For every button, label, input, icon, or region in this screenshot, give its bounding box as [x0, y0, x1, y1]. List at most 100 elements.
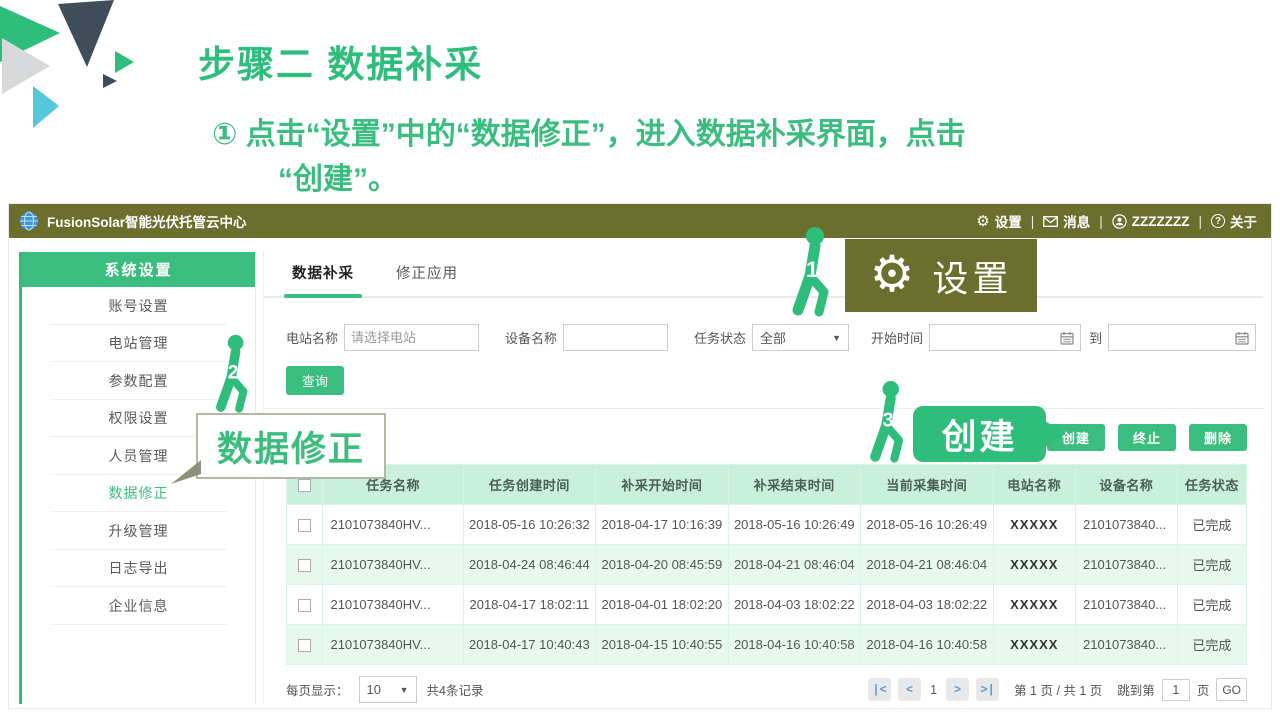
tab-data-recollection[interactable]: 数据补采	[292, 262, 354, 296]
delete-button[interactable]: 删除	[1189, 424, 1247, 451]
sidebar-item-log-export[interactable]: 日志导出	[22, 550, 255, 588]
walking-person-2-icon: 2	[212, 334, 254, 414]
cell-task-name: 2101073840HV...	[323, 585, 463, 625]
page-info: 第 1 页 / 共 1 页	[1014, 680, 1102, 699]
slide: 步骤二 数据补采 ① 点击“设置”中的“数据修正”，进入数据补采界面，点击 “创…	[0, 0, 1280, 720]
device-name-label: 设备名称	[505, 328, 557, 347]
cell-created-time: 2018-04-24 08:46:44	[463, 545, 595, 585]
filter-bar: 电站名称 设备名称 任务状态 全部 ▼ 开始时间	[286, 324, 1263, 351]
first-page-button[interactable]: |<	[868, 678, 891, 701]
cell-current-collect: 2018-04-21 08:46:04	[861, 545, 993, 585]
table-row: 2101073840HV... 2018-04-24 08:46:44 2018…	[287, 545, 1247, 585]
fusionsolar-logo-icon	[19, 211, 39, 231]
query-button[interactable]: 查询	[286, 366, 344, 395]
menu-separator: |	[1031, 214, 1035, 229]
menu-item-about[interactable]: ? 关于	[1211, 211, 1257, 231]
row-checkbox[interactable]	[298, 599, 311, 612]
cell-created-time: 2018-05-16 10:26:32	[463, 505, 595, 545]
device-name-input[interactable]	[563, 324, 668, 351]
cell-device-name: 2101073840...	[1076, 505, 1178, 545]
table-header-row: 任务名称 任务创建时间 补采开始时间 补采结束时间 当前采集时间 电站名称 设备…	[287, 465, 1247, 505]
col-current-collect: 当前采集时间	[861, 465, 993, 505]
step-number: 2	[228, 362, 239, 383]
gear-icon: ⚙	[976, 214, 989, 229]
total-records-text: 共4条记录	[427, 680, 484, 699]
menu-item-messages-label: 消息	[1063, 211, 1090, 231]
menu-separator: |	[1198, 214, 1202, 229]
terminate-button[interactable]: 终止	[1118, 424, 1176, 451]
sidebar-item-upgrade-management[interactable]: 升级管理	[22, 512, 255, 550]
row-checkbox[interactable]	[298, 519, 311, 532]
cell-device-name: 2101073840...	[1076, 625, 1178, 665]
cell-recollect-start: 2018-04-01 18:02:20	[596, 585, 728, 625]
cell-task-status: 已完成	[1177, 625, 1246, 665]
prev-page-button[interactable]: <	[898, 678, 921, 701]
select-all-checkbox[interactable]	[298, 479, 311, 492]
help-icon: ?	[1211, 214, 1225, 228]
step-number: 1	[806, 257, 818, 282]
menu-item-settings-label: 设置	[995, 211, 1022, 231]
end-time-input[interactable]	[1108, 324, 1256, 351]
menu-separator: |	[1099, 214, 1103, 229]
next-page-button[interactable]: >	[946, 678, 969, 701]
cell-task-name: 2101073840HV...	[323, 545, 463, 585]
menu-item-settings[interactable]: ⚙ 设置	[976, 211, 1021, 231]
col-task-status: 任务状态	[1177, 465, 1246, 505]
start-time-label: 开始时间	[871, 328, 923, 347]
walking-person-1-icon: 1	[786, 226, 838, 318]
cell-recollect-start: 2018-04-20 08:45:59	[596, 545, 728, 585]
per-page-label: 每页显示：	[286, 680, 349, 699]
task-status-value: 全部	[760, 328, 786, 347]
col-device-name: 设备名称	[1076, 465, 1178, 505]
menu-item-messages[interactable]: 消息	[1043, 211, 1090, 231]
sidebar-item-account-settings[interactable]: 账号设置	[22, 287, 255, 325]
task-table: 任务名称 任务创建时间 补采开始时间 补采结束时间 当前采集时间 电站名称 设备…	[286, 464, 1247, 665]
per-page-select[interactable]: 10 ▼	[359, 676, 417, 703]
page-title: 步骤二 数据补采	[198, 34, 483, 88]
cell-current-collect: 2018-04-03 18:02:22	[861, 585, 993, 625]
row-checkbox[interactable]	[298, 639, 311, 652]
col-created-time: 任务创建时间	[463, 465, 595, 505]
data-correction-callout-label: 数据修正	[217, 421, 365, 472]
row-checkbox[interactable]	[298, 559, 311, 572]
task-status-select[interactable]: 全部 ▼	[752, 324, 849, 351]
menu-item-account[interactable]: ZZZZZZZ	[1112, 214, 1190, 229]
step-number: 3	[883, 410, 894, 432]
tab-bar: 数据补采 修正应用	[264, 252, 1263, 298]
user-icon	[1112, 214, 1127, 229]
instruction-text: ① 点击“设置”中的“数据修正”，进入数据补采界面，点击 “创建”。	[212, 112, 966, 202]
station-name-input[interactable]	[344, 324, 479, 351]
to-label: 到	[1089, 328, 1102, 347]
pagination-left: 每页显示： 10 ▼ 共4条记录	[286, 676, 483, 703]
cell-task-name: 2101073840HV...	[323, 505, 463, 545]
jump-label: 跳到第	[1117, 680, 1155, 699]
jump-page-input[interactable]	[1162, 679, 1190, 701]
tab-correction-apply[interactable]: 修正应用	[396, 262, 458, 296]
mail-icon	[1043, 216, 1058, 227]
sidebar-item-data-correction[interactable]: 数据修正	[22, 475, 255, 513]
instruction-line-1: ① 点击“设置”中的“数据修正”，进入数据补采界面，点击	[212, 118, 966, 151]
sidebar-item-enterprise-info[interactable]: 企业信息	[22, 587, 255, 625]
start-time-input[interactable]	[929, 324, 1081, 351]
cell-recollect-start: 2018-04-17 10:16:39	[596, 505, 728, 545]
last-page-button[interactable]: >|	[976, 678, 999, 701]
cell-device-name: 2101073840...	[1076, 545, 1178, 585]
chevron-down-icon: ▼	[832, 333, 841, 343]
create-callout: 创建	[913, 406, 1046, 462]
col-recollect-end: 补采结束时间	[728, 465, 860, 505]
cell-task-status: 已完成	[1177, 585, 1246, 625]
task-status-label: 任务状态	[694, 328, 746, 347]
cell-current-collect: 2018-05-16 10:26:49	[861, 505, 993, 545]
cell-task-status: 已完成	[1177, 545, 1246, 585]
go-button[interactable]: GO	[1216, 678, 1247, 701]
cell-created-time: 2018-04-17 10:40:43	[463, 625, 595, 665]
menu-item-account-label: ZZZZZZZ	[1132, 214, 1190, 229]
cell-device-name: 2101073840...	[1076, 585, 1178, 625]
cell-recollect-end: 2018-05-16 10:26:49	[728, 505, 860, 545]
col-station-name: 电站名称	[993, 465, 1076, 505]
brand-title: FusionSolar智能光伏托管云中心	[47, 211, 247, 231]
instruction-line-2: “创建”。	[278, 157, 966, 202]
header-menu: ⚙ 设置 | 消息 | ZZZZZZZ | ? 关于	[976, 211, 1257, 231]
cell-task-name: 2101073840HV...	[323, 625, 463, 665]
calendar-icon	[1060, 331, 1074, 345]
